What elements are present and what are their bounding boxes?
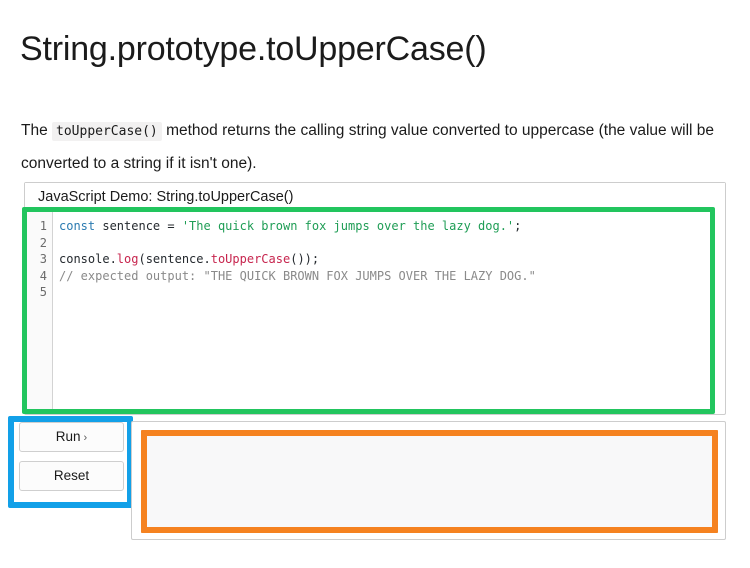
code-line: const sentence = 'The quick brown fox ju… xyxy=(59,218,724,235)
code-lines[interactable]: const sentence = 'The quick brown fox ju… xyxy=(53,212,724,413)
code-token: // expected output: "THE QUICK BROWN FOX… xyxy=(59,268,536,283)
code-token: (sentence. xyxy=(138,252,211,266)
line-number: 2 xyxy=(39,235,47,250)
code-token: toUpperCase xyxy=(210,252,291,266)
line-number-gutter: 1 2 3 4 5 xyxy=(26,212,53,413)
javascript-demo-panel: JavaScript Demo: String.toUpperCase() 1 2… xyxy=(24,182,726,415)
line-number: 4 xyxy=(39,268,47,283)
code-token: ()); xyxy=(290,252,320,266)
line-number: 3 xyxy=(39,252,47,266)
chevron-right-icon: › xyxy=(83,432,88,444)
code-token: ; xyxy=(514,219,522,233)
code-line: // expected output: "THE QUICK BROWN FOX… xyxy=(59,268,724,285)
run-button-label: Run xyxy=(55,429,81,444)
page-root: String.prototype.toUpperCase() The toUpp… xyxy=(0,0,750,568)
inline-code-toUpperCase: toUpperCase() xyxy=(52,121,162,141)
editor-header-label: JavaScript Demo: String.toUpperCase() xyxy=(25,183,725,211)
line-number: 1 xyxy=(39,219,47,233)
intro-paragraph: The toUpperCase() method returns the cal… xyxy=(21,115,726,180)
intro-text-before: The xyxy=(21,121,53,139)
page-title: String.prototype.toUpperCase() xyxy=(20,29,487,68)
line-number: 5 xyxy=(39,285,47,299)
reset-button[interactable]: Reset xyxy=(19,461,124,491)
output-console[interactable] xyxy=(141,430,718,533)
code-editor[interactable]: 1 2 3 4 5 const sentence = 'The quick brown … xyxy=(26,212,724,413)
code-token: log xyxy=(116,252,139,266)
demo-controls: Run › Reset xyxy=(19,422,124,500)
code-line: console.log(sentence.toUpperCase()); xyxy=(59,251,724,268)
output-panel xyxy=(131,421,726,540)
code-token: const xyxy=(59,219,96,233)
code-token: console. xyxy=(59,252,117,266)
run-button[interactable]: Run › xyxy=(19,422,124,452)
code-token: 'The quick brown fox jumps over the lazy… xyxy=(181,219,515,233)
code-token: sentence = xyxy=(95,219,182,233)
